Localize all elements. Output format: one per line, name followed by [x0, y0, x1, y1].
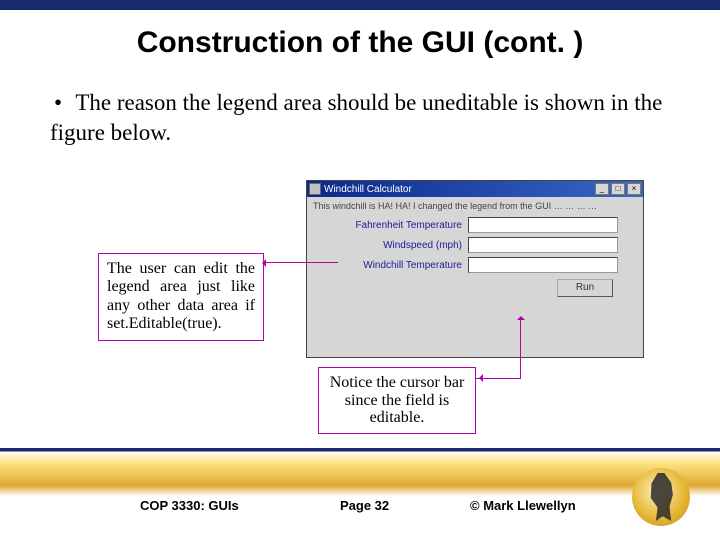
arrow-callout1 — [264, 262, 338, 263]
bullet-text: • The reason the legend area should be u… — [50, 88, 670, 148]
ucf-logo — [632, 468, 690, 526]
minimize-button[interactable]: _ — [595, 183, 609, 195]
arrow-callout2-v — [520, 318, 521, 378]
window-body: This windchill is HA! HA! I changed the … — [307, 197, 643, 301]
run-button[interactable]: Run — [557, 279, 613, 297]
slide-title: Construction of the GUI (cont. ) — [0, 26, 720, 60]
row-windchill: Windchill Temperature — [313, 257, 637, 273]
callout-editable-legend: The user can edit the legend area just l… — [98, 253, 264, 341]
windchill-window: Windchill Calculator _ □ × This windchil… — [306, 180, 644, 358]
field-windspeed[interactable] — [468, 237, 618, 253]
maximize-button[interactable]: □ — [611, 183, 625, 195]
footer-page: Page 32 — [340, 498, 389, 513]
field-temperature[interactable] — [468, 217, 618, 233]
callout-cursor-bar: Notice the cursor bar since the field is… — [318, 367, 476, 434]
app-icon — [309, 183, 321, 195]
label-windspeed: Windspeed (mph) — [313, 240, 468, 251]
legend-text[interactable]: This windchill is HA! HA! I changed the … — [313, 201, 637, 211]
footer-copyright: © Mark Llewellyn — [470, 498, 576, 513]
footer-band — [0, 448, 720, 496]
footer-course: COP 3330: GUIs — [140, 498, 239, 513]
arrow-callout2-point — [517, 312, 525, 320]
row-temperature: Fahrenheit Temperature — [313, 217, 637, 233]
bullet-content: The reason the legend area should be une… — [50, 90, 662, 145]
window-title: Windchill Calculator — [324, 184, 412, 195]
arrow-callout2-head — [475, 374, 483, 382]
bullet-dot: • — [54, 88, 70, 118]
titlebar[interactable]: Windchill Calculator _ □ × — [307, 181, 643, 197]
close-button[interactable]: × — [627, 183, 641, 195]
row-windspeed: Windspeed (mph) — [313, 237, 637, 253]
label-temperature: Fahrenheit Temperature — [313, 220, 468, 231]
top-accent-bar — [0, 0, 720, 10]
field-windchill[interactable] — [468, 257, 618, 273]
